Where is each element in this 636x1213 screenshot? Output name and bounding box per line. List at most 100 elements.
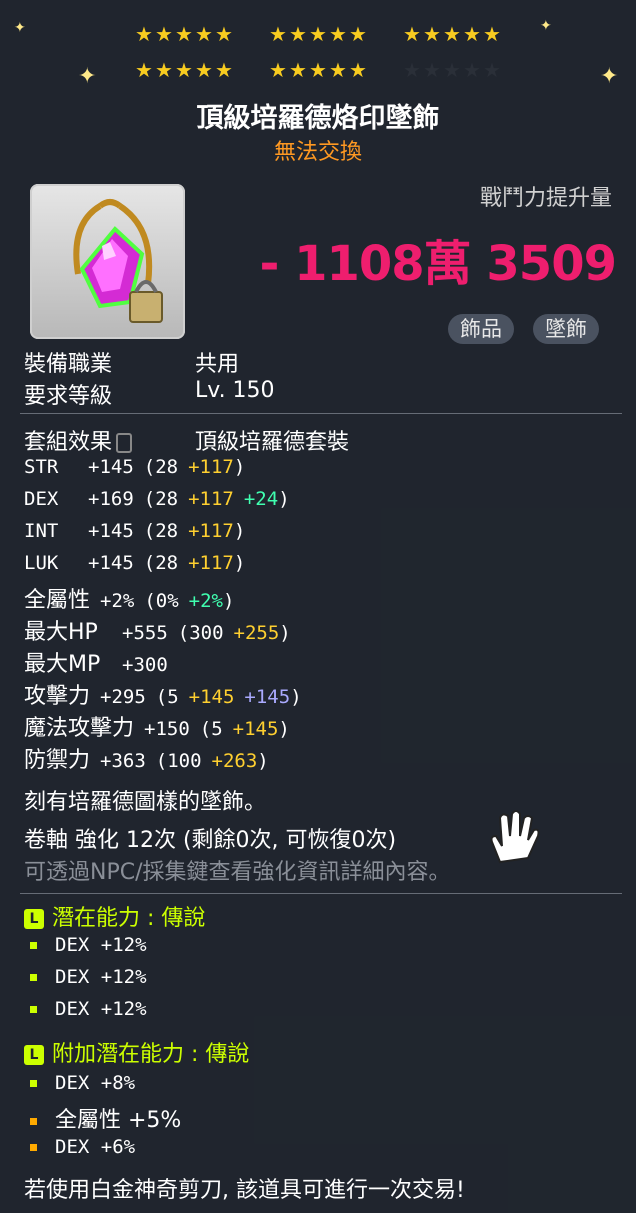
req-job-value: 共用 [195,352,240,377]
bullet-icon [30,1079,37,1087]
stat-row: 最大HP +555 (300 +255) [24,614,291,646]
req-job-label: 裝備職業 [24,352,113,377]
bullet-icon [30,942,37,949]
star-filled-icon: ★ [135,22,153,46]
stat-value: +150 (5 +145) [144,718,290,740]
potential-line: DEX +12% [30,934,147,956]
item-icon-frame [30,184,185,339]
stat-base: (5 [199,718,223,740]
stat-bonus: +2% [188,590,223,612]
stat-row: 全屬性 +2% (0% +2%) [24,582,234,614]
stat-bonus: +145 [232,718,279,740]
stat-base: (100 [155,750,202,772]
stat-value: +145 (28 +117) [88,552,245,574]
bonus-potential-text: DEX +6% [55,1136,136,1158]
star-filled-icon: ★ [483,22,501,46]
potential-title: 潛在能力 : 傳說 [52,906,206,931]
req-level-label: 要求等級 [24,384,113,409]
bonus-potential-text: DEX +8% [55,1072,136,1094]
stat-close: ) [290,686,302,708]
stat-total: +300 [122,654,168,676]
stat-name: 防禦力 [24,748,91,773]
stat-total: +169 [88,488,134,510]
bonus-potential-line: 全屬性 +5% [30,1102,181,1134]
stat-value: +145 (28 +117) [88,520,245,542]
star-filled-icon: ★ [195,58,213,82]
stat-bonus: +255 [233,622,280,644]
stat-total: +145 [88,520,134,542]
stat-value: +145 (28 +117) [88,456,245,478]
bullet-icon [30,974,37,981]
stat-value: +363 (100 +263) [100,750,269,772]
stat-total: +2% [100,590,135,612]
set-name: 頂級培羅德套裝 [195,430,350,455]
star-filled-icon: ★ [175,22,193,46]
stat-row: LUK +145 (28 +117) [24,550,245,575]
stat-base: (28 [143,456,179,478]
stat-value: +555 (300 +255) [122,622,291,644]
stat-base: (5 [155,686,179,708]
star-filled-icon: ★ [423,22,441,46]
star-filled-icon: ★ [349,58,367,82]
potential-text: DEX +12% [55,998,147,1020]
star-filled-icon: ★ [195,22,213,46]
stat-name: 全屬性 [24,588,91,613]
star-filled-icon: ★ [309,22,327,46]
stat-name: STR [24,456,59,478]
footer-note: 若使用白金神奇剪刀, 該道具可進行一次交易! [24,1178,465,1203]
star-force-row-1: ★ ★ ★ ★ ★ ★ ★ ★ ★ ★ ★ ★ ★ ★ ★ [0,22,636,46]
stat-bonus: +117 [188,488,234,510]
star-filled-icon: ★ [329,22,347,46]
star-empty-icon: ★ [443,58,461,82]
item-tooltip: ✦ ✦ ✦ ✦ ★ ★ ★ ★ ★ ★ ★ ★ ★ ★ ★ ★ ★ ★ ★ ★ ★ ★ ★ ★ ★ ★ ★ ★ ★ ★ ★ ★ ★ ★ … [0,0,636,1213]
bonus-potential-text: 全屬性 +5% [55,1108,182,1133]
star-filled-icon: ★ [289,22,307,46]
stat-name: DEX [24,488,59,510]
star-filled-icon: ★ [215,58,233,82]
stat-bonus: +117 [188,552,234,574]
bullet-icon [30,1006,37,1013]
stat-close: ) [257,750,269,772]
upgrade-hint: 可透過NPC/採集鍵查看強化資訊詳細內容。 [24,860,451,885]
stat-row: 魔法攻擊力 +150 (5 +145) [24,710,290,742]
stat-base: (28 [143,520,179,542]
potential-text: DEX +12% [55,966,147,988]
set-effect-label: 套組效果 [24,430,113,455]
stat-name: 攻擊力 [24,684,91,709]
combat-power-label: 戰鬥力提升量 [479,186,612,211]
item-description: 刻有培羅德圖樣的墜飾。 [24,790,267,815]
stat-value: +295 (5 +145 +145) [100,686,302,708]
tag-accessory: 飾品 [448,314,514,344]
set-effect-row: 套組效果 [24,424,133,456]
star-filled-icon: ★ [175,58,193,82]
stat-name: 最大MP [24,652,101,677]
stat-bonus: +24 [243,488,279,510]
stat-total: +295 [100,686,146,708]
stat-row: 攻擊力 +295 (5 +145 +145) [24,678,302,710]
stat-close: ) [233,456,246,478]
star-force-row-2: ★ ★ ★ ★ ★ ★ ★ ★ ★ ★ ★ ★ ★ ★ ★ [0,58,636,82]
potential-line: DEX +12% [30,966,147,988]
stat-base: (28 [143,552,179,574]
potential-line: DEX +12% [30,998,147,1020]
bonus-potential-title-row: L 附加潛在能力 : 傳說 [24,1036,249,1068]
stat-bonus: +117 [188,520,234,542]
stat-name: INT [24,520,59,542]
stat-close: ) [222,590,235,612]
potential-title-row: L 潛在能力 : 傳說 [24,900,205,932]
star-filled-icon: ★ [135,58,153,82]
stat-base: (300 [177,622,224,644]
star-filled-icon: ★ [329,58,347,82]
scroll-upgrade-info: 卷軸 強化 12次 (剩餘0次, 可恢復0次) [24,828,397,853]
stat-value: +2% (0% +2%) [100,590,234,612]
stat-row: 防禦力 +363 (100 +263) [24,742,269,774]
stat-base: (28 [143,488,179,510]
star-filled-icon: ★ [309,58,327,82]
star-filled-icon: ★ [403,22,421,46]
combat-power-value: - 1108萬 3509 [259,236,617,292]
tag-pendant: 墜飾 [533,314,599,344]
req-level-value: Lv. 150 [195,378,275,403]
pendant-icon [73,199,163,323]
star-empty-icon: ★ [483,58,501,82]
divider [20,893,622,894]
